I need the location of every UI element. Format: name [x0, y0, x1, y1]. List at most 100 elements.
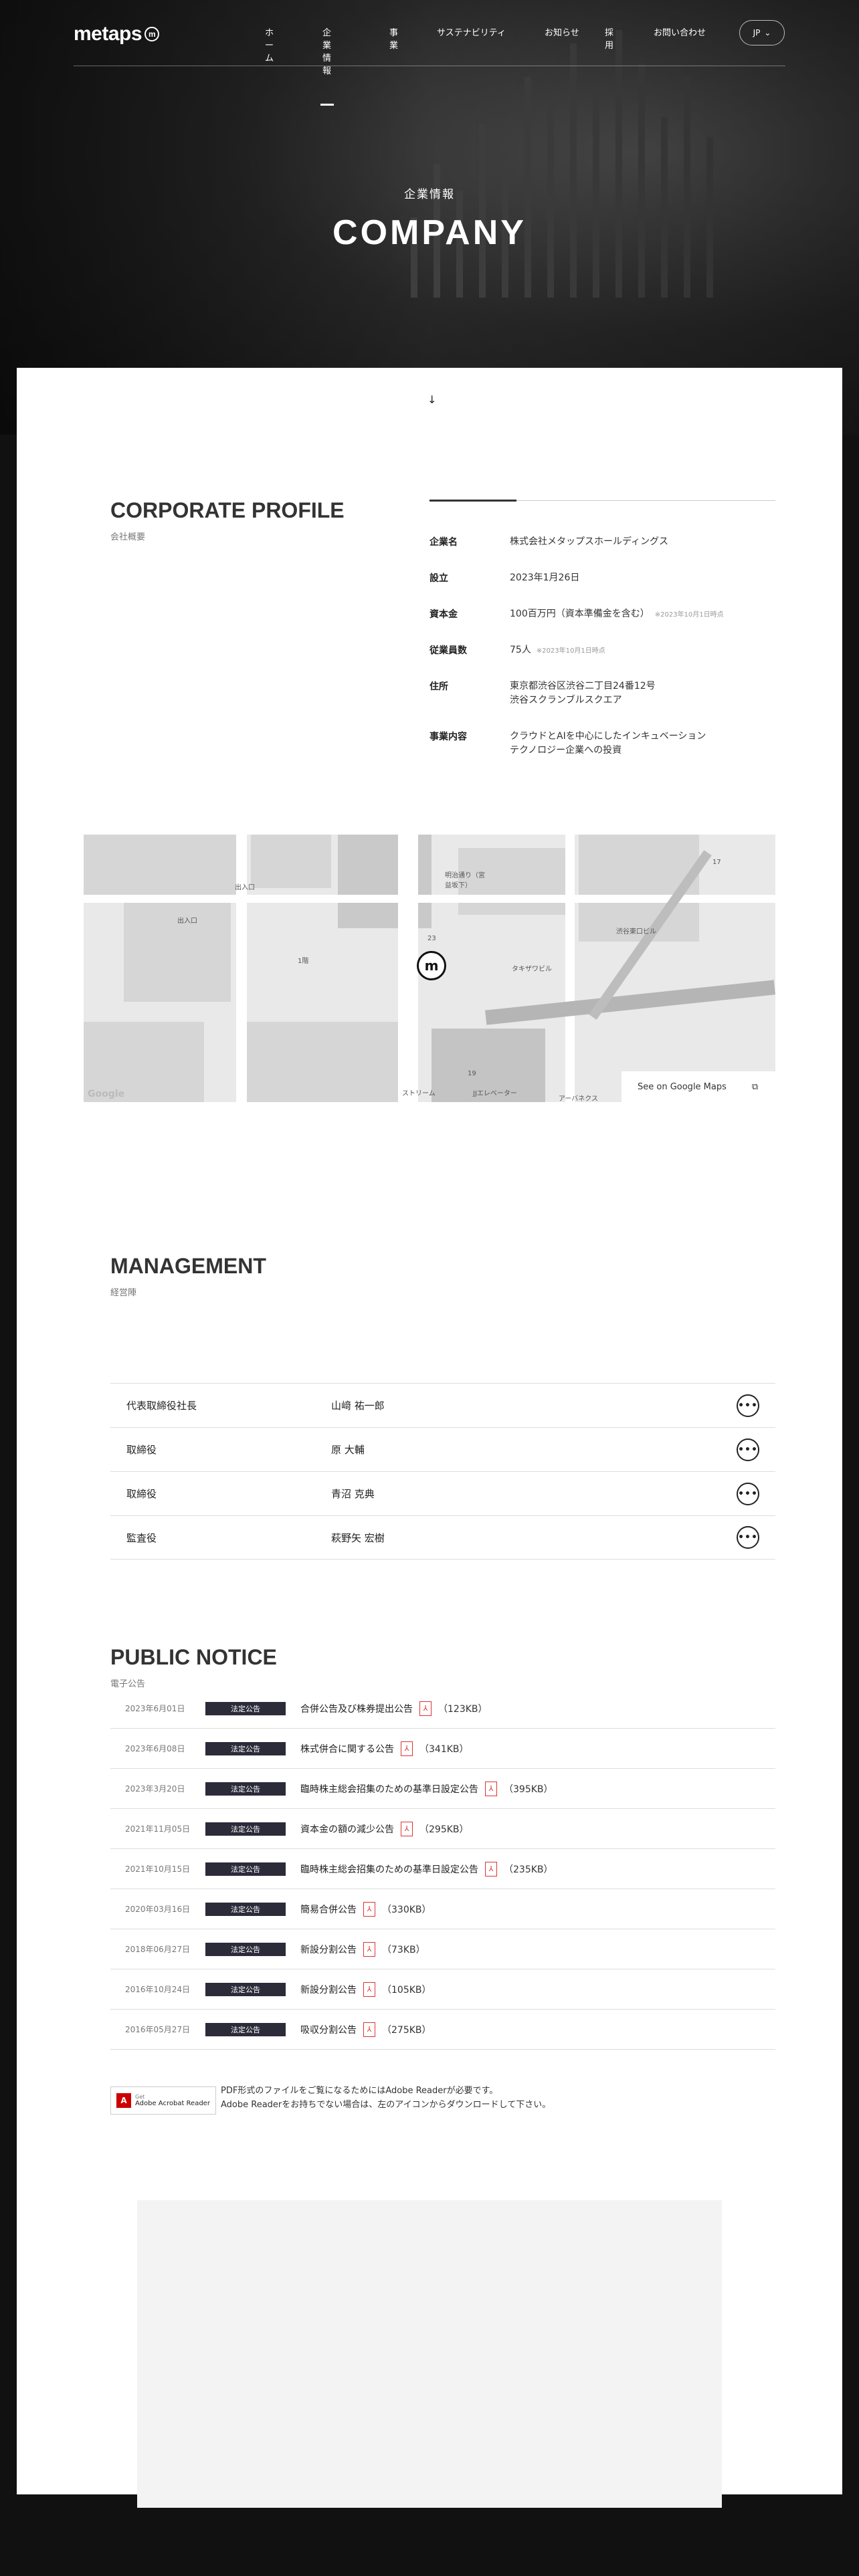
nav-news[interactable]: お知らせ [545, 25, 591, 38]
notice-size: （73KB） [382, 1944, 425, 1955]
nav-contact[interactable]: お問い合わせ [654, 25, 721, 38]
profile-row: 従業員数 75人 ※2023年10月1日時点 [430, 643, 775, 658]
notice-link[interactable]: 臨時株主総会招集のための基準日設定公告 [300, 1862, 478, 1876]
see-on-google-maps-link[interactable]: See on Google Maps ⧉ [622, 1071, 775, 1102]
profile-label: 事業内容 [430, 732, 467, 742]
pdf-icon[interactable]: ⅄ [485, 1781, 497, 1796]
profile-value-line2: テクノロジー企業への投資 [510, 745, 622, 756]
profile-subtitle: 会社概要 [110, 532, 146, 542]
pdf-icon[interactable]: ⅄ [363, 1981, 375, 1997]
notice-link[interactable]: 吸収分割公告 [300, 2023, 357, 2036]
notice-row[interactable]: 2023年3月20日 法定公告 臨時株主総会招集のための基準日設定公告 ⅄ （3… [110, 1769, 775, 1809]
management-row[interactable]: 取締役 原 大輔 ••• [110, 1427, 775, 1471]
member-role: 監査役 [126, 1531, 157, 1544]
map-label: ストリーム [402, 1090, 436, 1097]
pdf-icon[interactable]: ⅄ [401, 1741, 413, 1756]
notice-row[interactable]: 2016年05月27日 法定公告 吸収分割公告 ⅄ （275KB） [110, 2010, 775, 2050]
more-icon[interactable]: ••• [737, 1526, 759, 1549]
nav-recruit[interactable]: 採用 [605, 25, 613, 51]
member-name: 青沼 克典 [331, 1488, 375, 1500]
location-pin-icon[interactable]: m [417, 951, 446, 980]
notice-link[interactable]: 臨時株主総会招集のための基準日設定公告 [300, 1782, 478, 1796]
acrobat-note: PDF形式のファイルをご覧になるためにはAdobe Readerが必要です。 A… [221, 2084, 551, 2112]
logo-badge-icon: m [145, 27, 160, 41]
notice-size: （330KB） [382, 1904, 432, 1915]
notice-row[interactable]: 2021年11月05日 法定公告 資本金の額の減少公告 ⅄ （295KB） [110, 1809, 775, 1849]
member-name: 萩野矢 宏樹 [331, 1531, 385, 1544]
management-row[interactable]: 取締役 青沼 克典 ••• [110, 1471, 775, 1515]
arrow-down-icon[interactable]: ↓ [427, 393, 436, 406]
map-label: アーバネクス [559, 1095, 598, 1102]
nav-company[interactable]: 企業情報 [320, 25, 334, 106]
notice-row[interactable]: 2018年06月27日 法定公告 新設分割公告 ⅄ （73KB） [110, 1929, 775, 1969]
management-row[interactable]: 代表取締役社長 山﨑 祐一郎 ••• [110, 1383, 775, 1427]
notice-date: 2021年10月15日 [125, 1864, 191, 1874]
profile-title: CORPORATE PROFILE [110, 498, 345, 522]
pdf-icon[interactable]: ⅄ [363, 1901, 375, 1917]
more-icon[interactable]: ••• [737, 1438, 759, 1461]
pdf-icon[interactable]: ⅄ [485, 1861, 497, 1876]
profile-value: 75人 [510, 645, 531, 655]
notice-date: 2023年3月20日 [125, 1784, 185, 1794]
pdf-icon[interactable]: ⅄ [363, 2022, 375, 2037]
management-row[interactable]: 監査役 萩野矢 宏樹 ••• [110, 1515, 775, 1560]
member-role: 取締役 [126, 1444, 157, 1456]
notice-link[interactable]: 新設分割公告 [300, 1983, 357, 1996]
map-label: 出入口 [235, 884, 255, 891]
profile-label: 資本金 [430, 609, 458, 620]
notice-size: （123KB） [438, 1703, 488, 1715]
external-link-icon: ⧉ [751, 1081, 759, 1092]
map-label: 渋谷東口ビル [616, 928, 656, 936]
gmaps-label: See on Google Maps [638, 1081, 727, 1092]
notice-badge: 法定公告 [205, 1902, 286, 1916]
acrobat-reader-button[interactable]: A Get Adobe Acrobat Reader [110, 2086, 216, 2115]
nav-sustainability[interactable]: サステナビリティ [437, 25, 517, 38]
notice-date: 2016年05月27日 [125, 2025, 191, 2034]
profile-label: 企業名 [430, 537, 458, 548]
notice-link[interactable]: 株式併合に関する公告 [300, 1742, 394, 1755]
notice-badge: 法定公告 [205, 1782, 286, 1796]
metaps-logo[interactable]: metaps m [74, 23, 160, 45]
pdf-icon[interactable]: ⅄ [401, 1821, 413, 1836]
profile-label: 設立 [430, 573, 448, 584]
nav-home[interactable]: ホーム [265, 25, 274, 64]
map-label: 17 [712, 859, 721, 866]
notice-link[interactable]: 資本金の額の減少公告 [300, 1822, 394, 1836]
notice-link[interactable]: 簡易合併公告 [300, 1903, 357, 1916]
profile-row: 資本金 100百万円（資本準備金を含む） ※2023年10月1日時点 [430, 607, 775, 622]
notice-row[interactable]: 2016年10月24日 法定公告 新設分割公告 ⅄ （105KB） [110, 1969, 775, 2010]
more-icon[interactable]: ••• [737, 1394, 759, 1417]
office-map[interactable]: 出入口 出入口 1階 明治通り（宮益坂下） 23 19 17 渋谷東口ビル タキ… [84, 835, 775, 1102]
lang-label: JP [753, 28, 761, 37]
map-label: タキザワビル [512, 966, 552, 973]
profile-value: 東京都渋谷区渋谷二丁目24番12号 [510, 681, 656, 691]
notice-link[interactable]: 新設分割公告 [300, 1943, 357, 1956]
notice-row[interactable]: 2020年03月16日 法定公告 簡易合併公告 ⅄ （330KB） [110, 1889, 775, 1929]
map-label: 出入口 [177, 918, 197, 925]
notice-date: 2023年6月08日 [125, 1744, 185, 1753]
profile-label: 従業員数 [430, 645, 467, 656]
notice-row[interactable]: 2023年6月01日 法定公告 合併公告及び株券提出公告 ⅄ （123KB） [110, 1689, 775, 1729]
pdf-icon[interactable]: ⅄ [419, 1701, 432, 1716]
profile-value: クラウドとAIを中心にしたインキュベーション [510, 731, 706, 742]
more-icon[interactable]: ••• [737, 1482, 759, 1505]
notice-badge: 法定公告 [205, 2022, 286, 2036]
language-selector[interactable]: JP ⌄ [739, 20, 785, 45]
notice-link[interactable]: 合併公告及び株券提出公告 [300, 1702, 413, 1715]
profile-row: 事業内容 クラウドとAIを中心にしたインキュベーション テクノロジー企業への投資 [430, 730, 775, 758]
notice-date: 2016年10月24日 [125, 1985, 191, 1994]
profile-value-line2: 渋谷スクランブルスクエア [510, 695, 622, 706]
map-label: 明治通り（宮益坂下） [445, 872, 485, 889]
notice-row[interactable]: 2023年6月08日 法定公告 株式併合に関する公告 ⅄ （341KB） [110, 1729, 775, 1769]
content-card: ↓ CORPORATE PROFILE 会社概要 企業名 株式会社メタップスホー… [17, 368, 842, 2508]
map-label: 23 [427, 935, 436, 942]
profile-value: 株式会社メタップスホールディングス [510, 536, 669, 547]
pdf-icon[interactable]: ⅄ [363, 1941, 375, 1957]
hero-subtitle: 企業情報 [404, 188, 455, 201]
nav-business[interactable]: 事業 [389, 25, 398, 51]
map-label: 1階 [298, 958, 309, 965]
notice-row[interactable]: 2021年10月15日 法定公告 臨時株主総会招集のための基準日設定公告 ⅄ （… [110, 1849, 775, 1889]
notice-subtitle: 電子公告 [110, 1679, 146, 1689]
profile-divider-accent [430, 500, 516, 502]
notice-badge: 法定公告 [205, 1741, 286, 1755]
